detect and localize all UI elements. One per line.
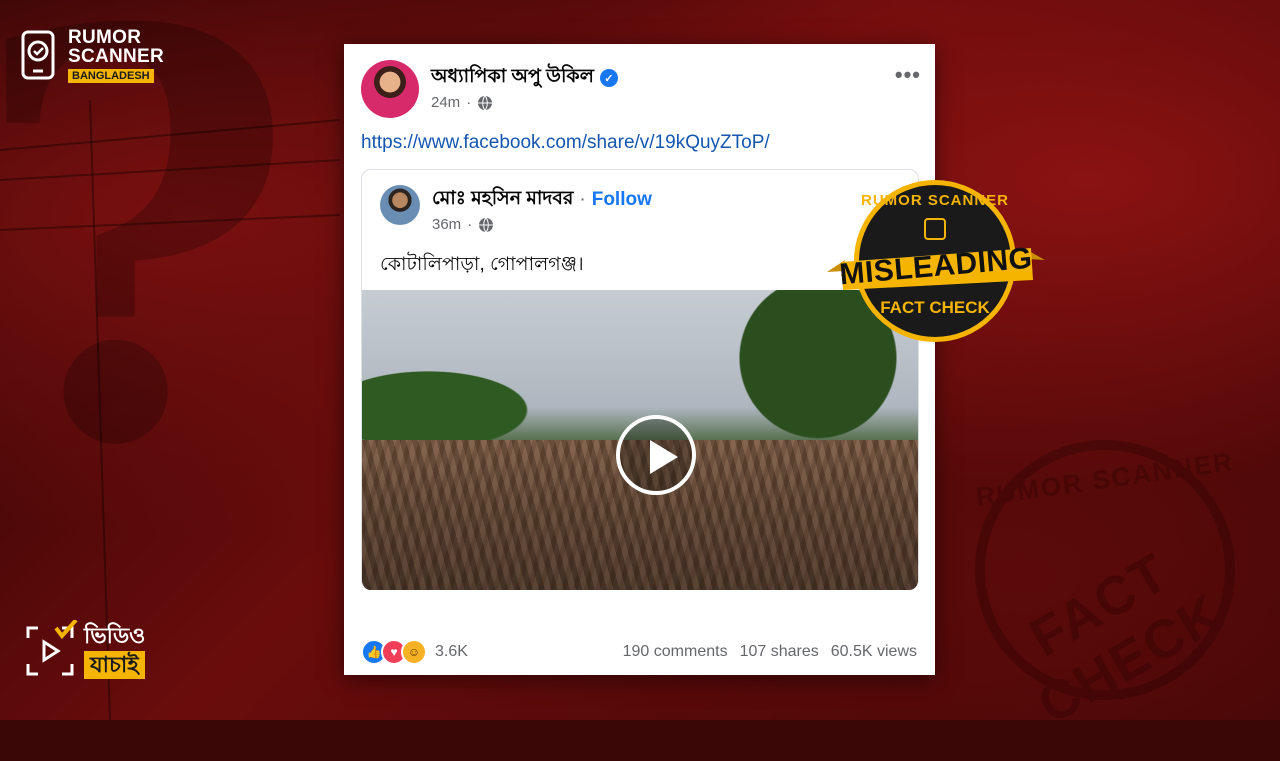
shared-post-text: কোটালিপাড়া, গোপালগঞ্জ। xyxy=(380,254,584,275)
stamp-logo-icon xyxy=(924,218,946,240)
post-author[interactable]: অধ্যাপিকা অপু উকিল ✓ xyxy=(431,62,618,94)
shared-author-separator: · xyxy=(579,189,586,210)
logo-line1: RUMOR xyxy=(68,27,142,48)
verified-badge-icon: ✓ xyxy=(599,69,618,87)
shared-author-row: মোঃ মহসিন মাদবর · Follow xyxy=(432,184,652,216)
facebook-post-card: অধ্যাপিকা অপু উকিল ✓ 24m · ••• https://w… xyxy=(344,44,935,675)
watermark-seal: RUMOR SCANNER FACT CHECK xyxy=(965,440,1265,735)
globe-icon xyxy=(478,95,493,110)
phone-check-icon xyxy=(21,30,55,80)
globe-icon xyxy=(479,217,494,232)
haha-reaction-icon: ☺ xyxy=(401,639,427,665)
comments-count[interactable]: 190 comments xyxy=(623,643,728,661)
reaction-count[interactable]: 3.6K xyxy=(435,643,468,661)
video-check-top: ভিডিও xyxy=(84,623,146,648)
shares-count[interactable]: 107 shares xyxy=(740,643,819,661)
logo-text-block: RUMOR SCANNER BANGLADESH xyxy=(68,28,164,84)
video-trees-left xyxy=(362,350,582,450)
background-power-lines xyxy=(0,99,340,720)
shared-author-name[interactable]: মোঃ মহসিন মাদবর xyxy=(432,184,573,216)
post-time[interactable]: 24m xyxy=(431,94,460,111)
post-meta: 24m · xyxy=(431,94,493,111)
author-avatar[interactable] xyxy=(361,60,419,118)
post-author-name[interactable]: অধ্যাপিকা অপু উকিল xyxy=(431,62,594,94)
views-count: 60.5K views xyxy=(830,643,917,660)
follow-button[interactable]: Follow xyxy=(592,189,652,211)
reactions[interactable]: 👍 ♥ ☺ 3.6K xyxy=(361,639,468,665)
stamp-top-text: RUMOR SCANNER xyxy=(861,192,1009,209)
post-stats: 190 comments 107 shares 60.5K views xyxy=(623,643,917,661)
logo-line2: SCANNER xyxy=(68,46,165,67)
shared-meta: 36m · xyxy=(432,216,494,233)
meta-separator: · xyxy=(466,94,472,111)
video-check-bottom: যাচাই xyxy=(84,651,145,679)
rumor-scanner-logo: RUMOR SCANNER BANGLADESH xyxy=(20,28,164,84)
logo-sub: BANGLADESH xyxy=(68,69,154,83)
video-check-badge: ভিডিও যাচাই xyxy=(22,620,145,682)
play-button[interactable] xyxy=(616,415,696,495)
more-options-icon[interactable]: ••• xyxy=(895,62,921,88)
shared-author-avatar[interactable] xyxy=(380,185,420,225)
video-check-text: ভিডিও যাচাই xyxy=(84,623,145,679)
video-play-check-icon xyxy=(26,620,78,676)
misleading-stamp: RUMOR SCANNER MISLEADING FACT CHECK xyxy=(827,180,1045,345)
shared-meta-separator: · xyxy=(467,216,473,233)
post-link[interactable]: https://www.facebook.com/share/v/19kQuyZ… xyxy=(361,132,770,154)
stamp-bottom-text: FACT CHECK xyxy=(880,298,990,317)
post-footer: 👍 ♥ ☺ 3.6K 190 comments 107 shares 60.5K… xyxy=(361,639,917,665)
shared-time[interactable]: 36m xyxy=(432,216,461,233)
